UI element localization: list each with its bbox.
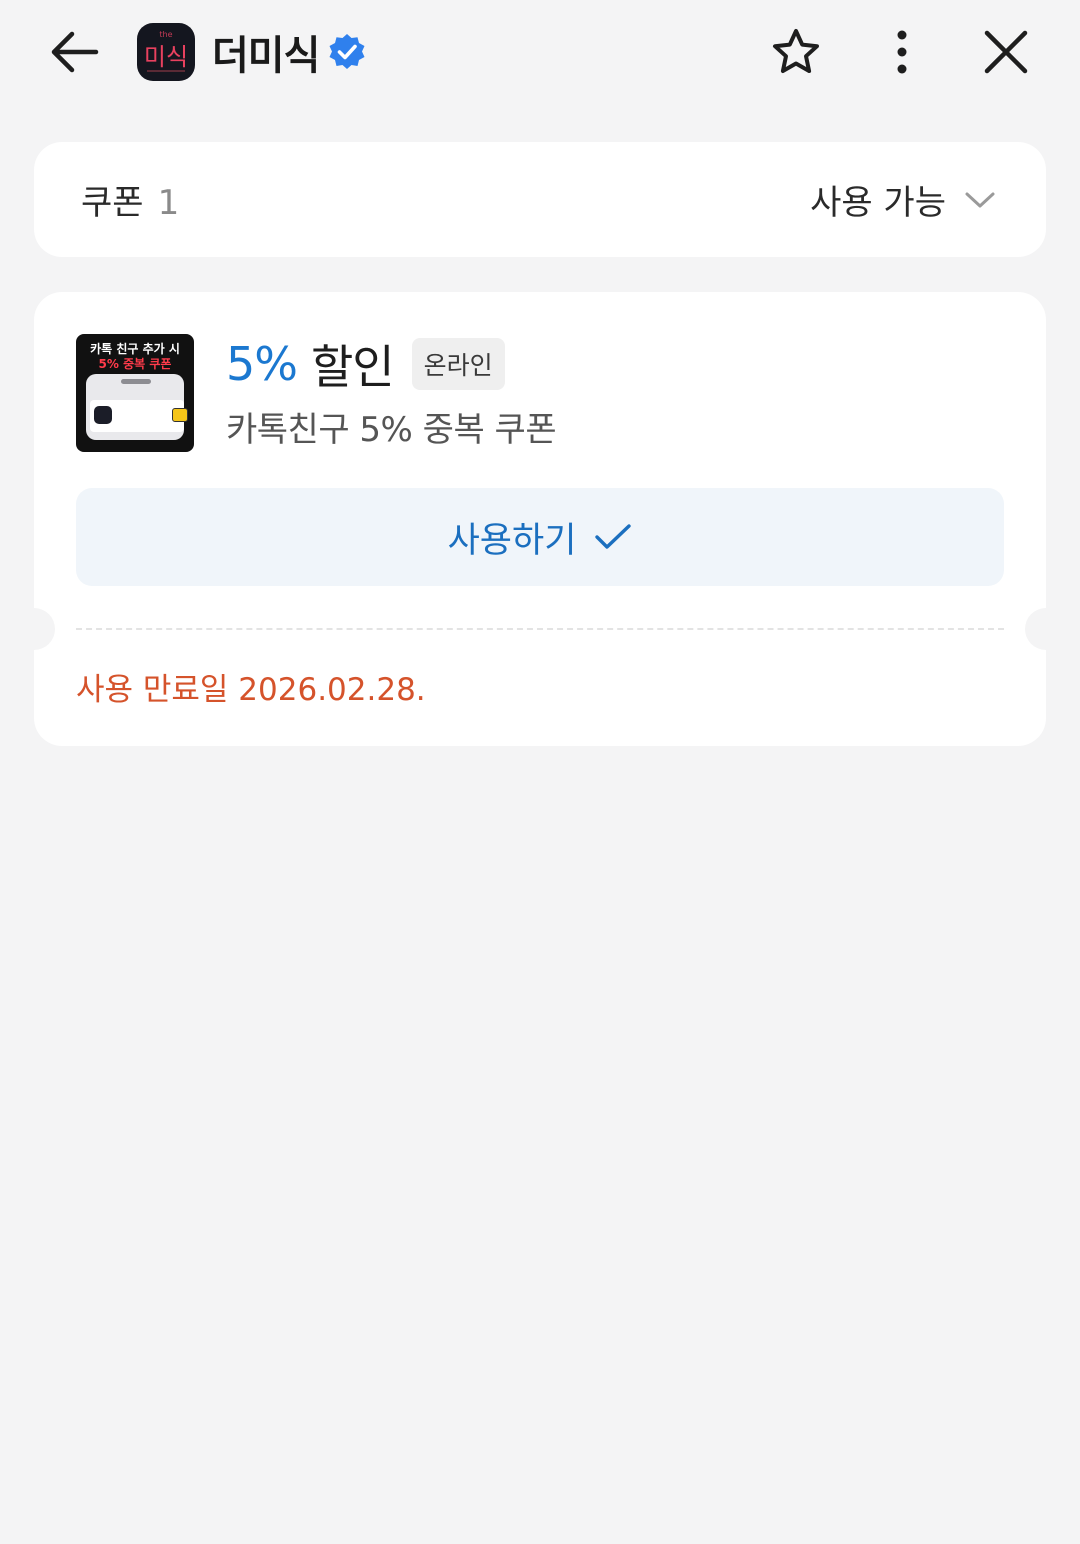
status-dropdown-label: 사용 가능 — [810, 183, 946, 223]
use-coupon-button-label: 사용하기 — [447, 520, 577, 561]
verified-badge-icon — [329, 34, 365, 69]
discount-label: 할인 — [310, 340, 395, 394]
brand-title: 더미식 — [212, 24, 367, 80]
coupon-thumbnail: 카톡 친구 추가 시 5% 중복 쿠폰 — [76, 334, 194, 452]
expiry-date: 사용 만료일 2026.02.28. — [76, 672, 426, 708]
check-icon — [595, 524, 632, 549]
use-coupon-button[interactable]: 사용하기 — [76, 488, 1004, 586]
star-icon — [773, 29, 819, 73]
more-vertical-icon — [897, 30, 907, 74]
svg-text:미식: 미식 — [144, 43, 188, 71]
ticket-notch-left — [13, 608, 55, 650]
discount-value: 5% — [226, 337, 298, 391]
back-button[interactable] — [44, 22, 104, 82]
status-dropdown[interactable]: 사용 가능 — [810, 175, 996, 224]
thumbnail-caption-line2: 5% 중복 쿠폰 — [98, 357, 172, 371]
close-icon — [984, 30, 1028, 74]
coupon-count-label: 쿠폰 — [81, 183, 144, 223]
top-bar: the 미식 더미식 — [0, 0, 1080, 106]
ticket-divider — [76, 628, 1004, 630]
svg-text:the: the — [159, 30, 172, 39]
discount-heading: 5% 할인 온라인 — [226, 336, 505, 394]
coupon-filter-bar: 쿠폰 1 사용 가능 — [34, 142, 1046, 257]
ticket-notch-right — [1025, 608, 1067, 650]
online-badge: 온라인 — [411, 338, 505, 390]
favorite-button[interactable] — [766, 22, 826, 82]
thumbnail-phone-illustration — [86, 374, 184, 440]
chevron-down-icon — [965, 192, 995, 207]
coupon-count-value: 1 — [157, 183, 180, 223]
coupon-count: 쿠폰 1 — [81, 175, 179, 224]
close-button[interactable] — [976, 22, 1036, 82]
brand-logo: the 미식 — [137, 23, 195, 81]
back-arrow-icon — [51, 31, 99, 73]
coupon-card: 카톡 친구 추가 시 5% 중복 쿠폰 5% 할인 온라인 카톡친구 5% 중복… — [13, 292, 1067, 746]
coupon-description: 카톡친구 5% 중복 쿠폰 — [226, 410, 557, 450]
page-title: 더미식 — [212, 33, 320, 79]
more-options-button[interactable] — [872, 22, 932, 82]
coupon-page: the 미식 더미식 쿠폰 1 사용 가능 카톡 친구 추가 시 5% 중복 쿠… — [0, 0, 1080, 1544]
thumbnail-chat-icon — [172, 408, 188, 422]
